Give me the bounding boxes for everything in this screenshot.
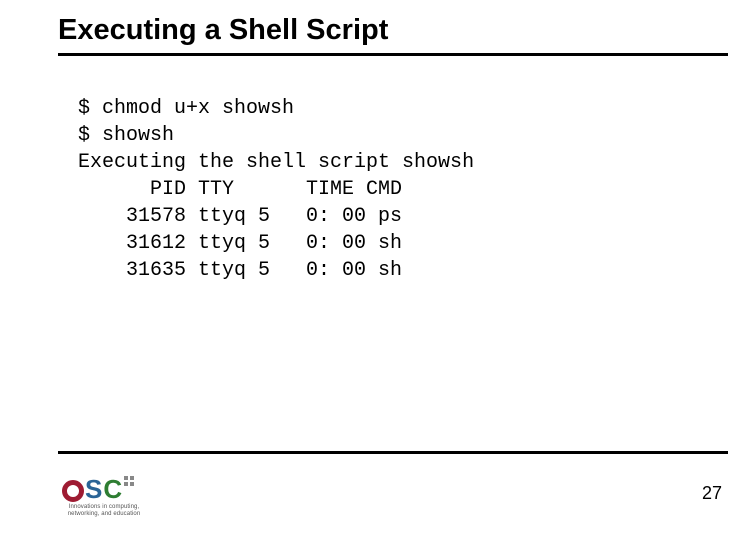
logo-s-letter: S	[85, 476, 102, 502]
logo-c-letter: C	[103, 476, 122, 502]
terminal-line: PID TTY TIME CMD	[78, 178, 402, 201]
terminal-line: Executing the shell script showsh	[78, 151, 474, 174]
page-number: 27	[702, 483, 722, 504]
logo-main: S C	[62, 468, 146, 502]
slide-title: Executing a Shell Script	[58, 14, 728, 56]
logo-tagline: Innovations in computing, networking, an…	[62, 504, 146, 518]
terminal-line: 31635 ttyq 5 0: 00 sh	[78, 259, 402, 282]
terminal-block: $ chmod u+x showsh $ showsh Executing th…	[58, 68, 728, 311]
terminal-line: $ chmod u+x showsh	[78, 97, 294, 120]
logo-dots-icon	[124, 476, 134, 486]
terminal-line: $ showsh	[78, 124, 174, 147]
footer-divider	[58, 451, 728, 454]
terminal-line: 31578 ttyq 5 0: 00 ps	[78, 205, 402, 228]
terminal-line: 31612 ttyq 5 0: 00 sh	[78, 232, 402, 255]
logo-o-icon	[62, 480, 84, 502]
osc-logo: S C Innovations in computing, networking…	[62, 468, 146, 516]
slide: Executing a Shell Script $ chmod u+x sho…	[0, 0, 756, 540]
